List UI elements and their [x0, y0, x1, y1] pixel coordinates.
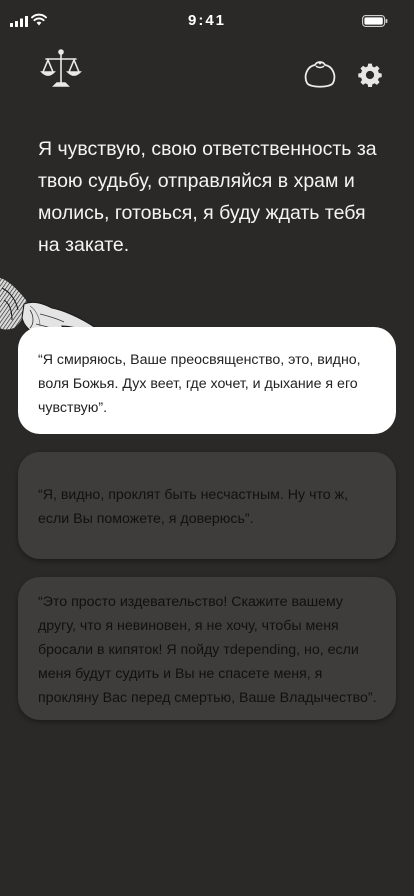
choice-option-3[interactable]: “Это просто издевательство! Скажите ваше…	[18, 577, 396, 720]
status-time: 9:41	[187, 12, 227, 29]
pouch-icon[interactable]	[302, 57, 338, 91]
status-bar: 9:41	[0, 0, 414, 44]
choice-option-1[interactable]: “Я смиряюсь, Ваше преосвященство, это, в…	[18, 327, 396, 434]
story-message: Я чувствую, свою ответственность за твою…	[38, 138, 377, 256]
scales-icon[interactable]	[40, 48, 82, 90]
choice-option-2[interactable]: “Я, видно, проклят быть несчастным. Ну ч…	[18, 452, 396, 559]
gear-icon[interactable]	[357, 62, 383, 88]
battery-icon	[362, 15, 388, 27]
